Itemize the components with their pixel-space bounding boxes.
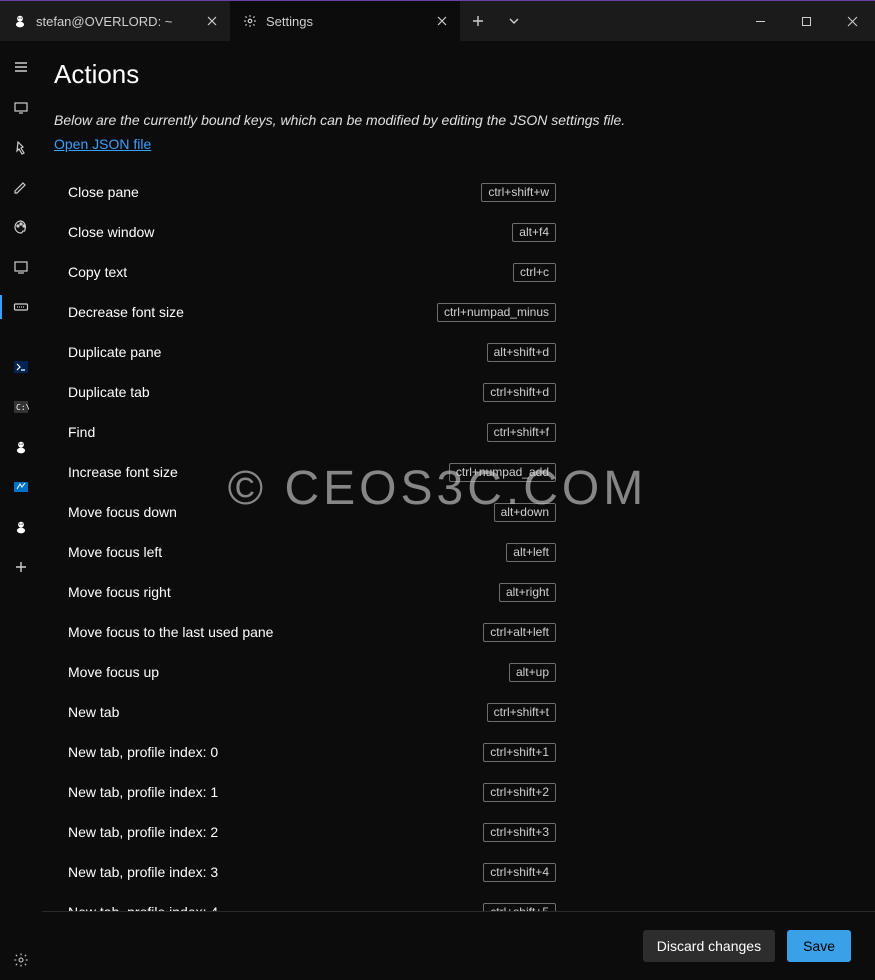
action-row[interactable]: New tab, profile index: 1 ctrl+shift+2 [54,772,556,812]
minimize-button[interactable] [737,1,783,41]
action-label: Close pane [68,184,139,200]
action-label: New tab, profile index: 1 [68,784,218,800]
tab-title: stefan@OVERLORD: ~ [36,14,196,29]
new-tab-button[interactable] [460,1,496,41]
shortcut-badge: alt+right [499,583,556,602]
action-row[interactable]: Move focus left alt+left [54,532,556,572]
svg-text:C:\: C:\ [16,403,29,412]
action-row[interactable]: Copy text ctrl+c [54,252,556,292]
action-row[interactable]: Duplicate tab ctrl+shift+d [54,372,556,412]
action-label: Duplicate pane [68,344,161,360]
action-label: New tab, profile index: 3 [68,864,218,880]
gear-icon [242,13,258,29]
shortcut-badge: ctrl+shift+4 [483,863,556,882]
shortcut-badge: ctrl+numpad_minus [437,303,556,322]
sidebar: C:\ [0,41,42,980]
shortcut-badge: ctrl+c [513,263,556,282]
close-window-button[interactable] [829,1,875,41]
maximize-button[interactable] [783,1,829,41]
action-label: Find [68,424,95,440]
action-row[interactable]: Increase font size ctrl+numpad_add [54,452,556,492]
action-row[interactable]: Move focus down alt+down [54,492,556,532]
shortcut-badge: ctrl+shift+d [483,383,556,402]
window-controls [737,1,875,41]
save-button[interactable]: Save [787,930,851,962]
action-row[interactable]: Find ctrl+shift+f [54,412,556,452]
action-label: Move focus up [68,664,159,680]
action-row[interactable]: New tab ctrl+shift+t [54,692,556,732]
action-label: Increase font size [68,464,178,480]
open-json-link[interactable]: Open JSON file [54,136,151,152]
action-row[interactable]: New tab, profile index: 0 ctrl+shift+1 [54,732,556,772]
settings-gear-icon[interactable] [0,940,42,980]
profile-linux2-icon[interactable] [0,507,42,547]
shortcut-badge: alt+left [506,543,556,562]
action-label: Close window [68,224,154,240]
profile-azure-icon[interactable] [0,467,42,507]
action-label: Decrease font size [68,304,184,320]
profile-cmd-icon[interactable]: C:\ [0,387,42,427]
close-icon[interactable] [204,13,220,29]
actions-list: Close pane ctrl+shift+w Close window alt+f4… [54,172,556,911]
discard-button[interactable]: Discard changes [643,930,775,962]
action-row[interactable]: New tab, profile index: 3 ctrl+shift+4 [54,852,556,892]
action-row[interactable]: Duplicate pane alt+shift+d [54,332,556,372]
action-row[interactable]: Close pane ctrl+shift+w [54,172,556,212]
tab-dropdown-button[interactable] [496,1,532,41]
action-label: Move focus to the last used pane [68,624,273,640]
action-label: New tab, profile index: 2 [68,824,218,840]
page-subtext: Below are the currently bound keys, whic… [54,112,853,128]
shortcut-badge: ctrl+shift+f [487,423,556,442]
shortcut-badge: ctrl+shift+t [487,703,556,722]
shortcut-badge: alt+down [494,503,556,522]
penguin-icon [12,13,28,29]
shortcut-badge: ctrl+shift+w [481,183,556,202]
startup-icon[interactable] [0,87,42,127]
action-label: Copy text [68,264,127,280]
main-content: Actions Below are the currently bound ke… [42,41,875,980]
tab-settings[interactable]: Settings [230,1,460,41]
action-label: New tab, profile index: 0 [68,744,218,760]
shortcut-badge: alt+f4 [512,223,556,242]
shortcut-badge: ctrl+shift+5 [483,903,556,912]
action-row[interactable]: Close window alt+f4 [54,212,556,252]
shortcut-badge: ctrl+shift+3 [483,823,556,842]
shortcut-badge: ctrl+alt+left [483,623,556,642]
footer: Discard changes Save [42,911,875,980]
tab-actions [460,1,532,41]
shortcut-badge: alt+up [509,663,556,682]
action-label: New tab, profile index: 4 [68,904,218,911]
action-row[interactable]: New tab, profile index: 2 ctrl+shift+3 [54,812,556,852]
profile-linux-icon[interactable] [0,427,42,467]
shortcut-badge: ctrl+shift+2 [483,783,556,802]
interaction-icon[interactable] [0,127,42,167]
action-label: Duplicate tab [68,384,150,400]
shortcut-badge: alt+shift+d [487,343,556,362]
profile-powershell-icon[interactable] [0,347,42,387]
shortcut-badge: ctrl+shift+1 [483,743,556,762]
action-row[interactable]: Move focus up alt+up [54,652,556,692]
tab-terminal[interactable]: stefan@OVERLORD: ~ [0,1,230,41]
rendering-icon[interactable] [0,247,42,287]
action-label: Move focus right [68,584,171,600]
action-label: New tab [68,704,119,720]
title-bar: stefan@OVERLORD: ~ Settings [0,1,875,41]
actions-icon[interactable] [0,287,42,327]
action-label: Move focus left [68,544,162,560]
shortcut-badge: ctrl+numpad_add [449,463,556,482]
color-schemes-icon[interactable] [0,207,42,247]
tab-title: Settings [266,14,426,29]
hamburger-icon[interactable] [0,47,42,87]
add-profile-button[interactable] [0,547,42,587]
close-icon[interactable] [434,13,450,29]
action-row[interactable]: Move focus right alt+right [54,572,556,612]
page-title: Actions [54,59,853,90]
action-row[interactable]: New tab, profile index: 4 ctrl+shift+5 [54,892,556,911]
action-row[interactable]: Decrease font size ctrl+numpad_minus [54,292,556,332]
appearance-icon[interactable] [0,167,42,207]
action-label: Move focus down [68,504,177,520]
action-row[interactable]: Move focus to the last used pane ctrl+alt… [54,612,556,652]
